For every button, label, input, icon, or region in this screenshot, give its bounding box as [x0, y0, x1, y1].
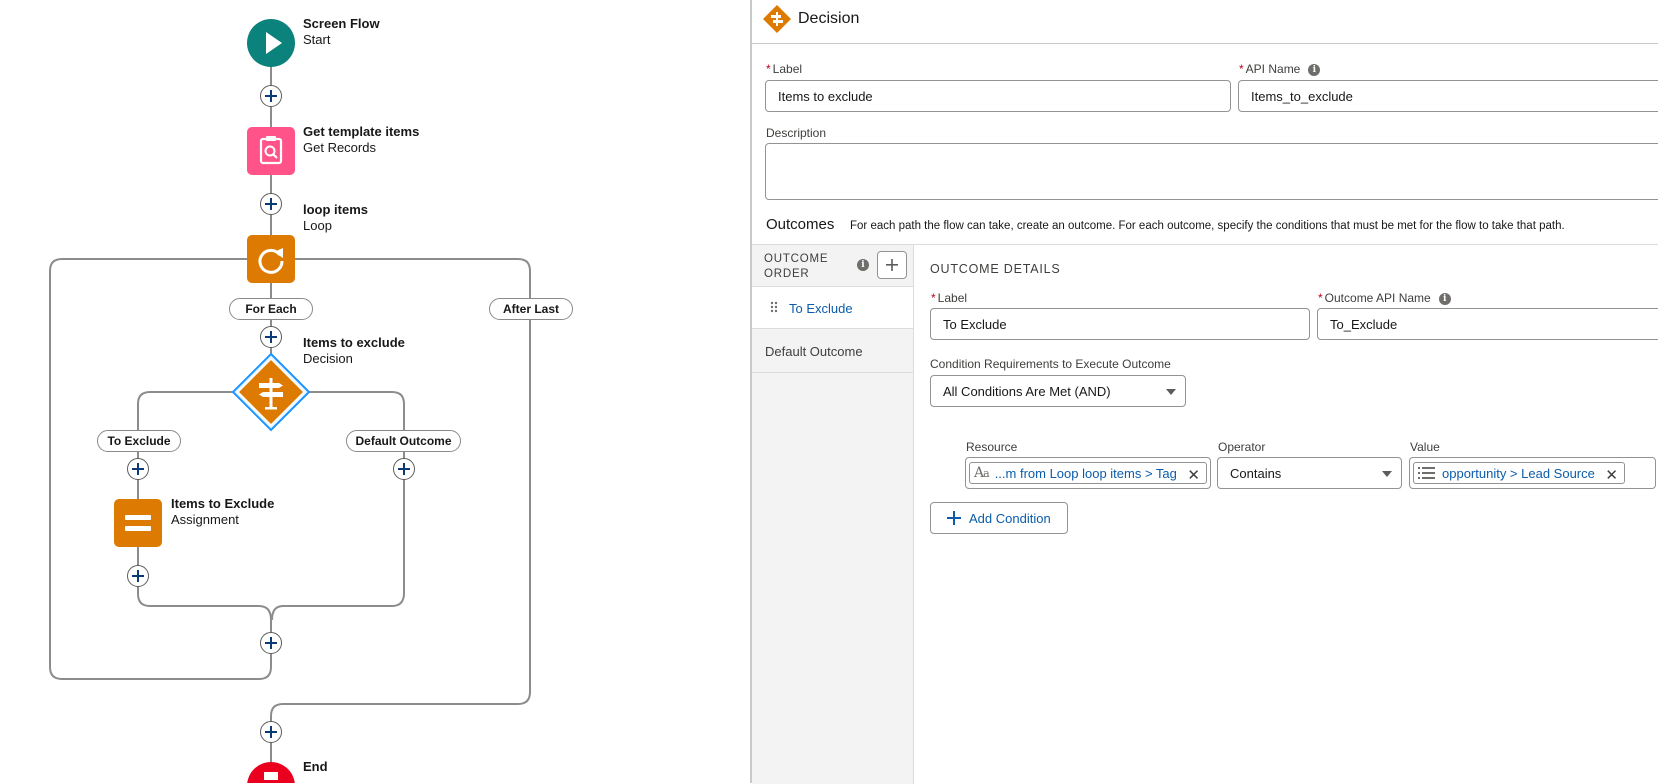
outcome-label-field-label: * Label [931, 291, 968, 305]
end-node[interactable] [247, 762, 295, 783]
outcome-order-label: OUTCOME ORDER [764, 253, 829, 280]
assignment-title: Items to Exclude [171, 496, 275, 511]
flow-canvas[interactable]: Screen Flow Start Get template items Get… [0, 0, 750, 783]
outcome-details-heading: OUTCOME DETAILS [930, 262, 1061, 276]
start-title: Screen Flow [303, 16, 380, 31]
assignment-node[interactable] [114, 499, 162, 547]
decision-icon [763, 5, 791, 33]
close-icon[interactable]: ✕ [1605, 466, 1618, 483]
panel-header: Decision [752, 0, 1658, 44]
assignment-subtitle: Assignment [171, 512, 239, 527]
start-subtitle: Start [303, 32, 331, 47]
equals-icon [125, 515, 151, 531]
outcome-label-input[interactable] [930, 308, 1310, 340]
value-label: Value [1410, 440, 1440, 454]
text-type-icon: Aa [974, 465, 990, 481]
add-element-button[interactable] [127, 565, 149, 587]
condition-requirements-label: Condition Requirements to Execute Outcom… [930, 357, 1171, 371]
outcome-to-exclude-label: To Exclude [97, 430, 181, 452]
chevron-down-icon [1166, 389, 1176, 395]
loop-subtitle: Loop [303, 218, 332, 233]
api-name-input[interactable] [1238, 80, 1658, 112]
value-field[interactable]: opportunity > Lead Source ✕ [1409, 457, 1656, 489]
drag-handle-icon[interactable] [770, 301, 778, 315]
add-element-button[interactable] [393, 458, 415, 480]
condition-requirements-select[interactable]: All Conditions Are Met (AND) [930, 375, 1186, 407]
add-element-button[interactable] [260, 193, 282, 215]
info-icon[interactable]: i [1438, 292, 1451, 305]
end-title: End [303, 759, 328, 774]
decision-title: Items to exclude [303, 335, 405, 350]
after-last-label: After Last [489, 298, 573, 320]
panel-title: Decision [798, 10, 860, 27]
outcome-api-name-label: * Outcome API Name i [1318, 291, 1451, 305]
info-icon[interactable]: i [1308, 63, 1321, 76]
add-outcome-button[interactable] [877, 251, 907, 279]
close-icon[interactable]: ✕ [1187, 466, 1200, 483]
outcome-item-default[interactable]: Default Outcome [752, 329, 913, 373]
resource-label: Resource [966, 440, 1018, 454]
outcome-default-label: Default Outcome [346, 430, 461, 452]
outcome-item-label: To Exclude [789, 301, 853, 316]
play-icon [266, 32, 282, 54]
outcome-api-name-input[interactable] [1317, 308, 1658, 340]
add-element-button[interactable] [260, 326, 282, 348]
api-name-field-label: * API Name i [1239, 62, 1321, 76]
add-condition-button[interactable]: Add Condition [930, 502, 1068, 534]
resource-field[interactable]: Aa ...m from Loop loop items > Tag ✕ [965, 457, 1211, 489]
loop-icon [258, 248, 284, 274]
outcome-item-label: Default Outcome [765, 344, 863, 359]
operator-select[interactable]: Contains [1217, 457, 1402, 489]
description-label: Description [766, 126, 827, 140]
description-textarea[interactable] [765, 143, 1658, 200]
add-element-button[interactable] [260, 721, 282, 743]
outcomes-help-text: For each path the flow can take, create … [850, 220, 1565, 232]
outcomes-heading: Outcomes [766, 216, 835, 233]
outcome-item-to-exclude[interactable]: To Exclude [752, 286, 913, 329]
get-records-node[interactable] [247, 127, 295, 175]
resource-pill[interactable]: Aa ...m from Loop loop items > Tag ✕ [969, 462, 1207, 484]
get-records-title: Get template items [303, 124, 420, 139]
label-input[interactable] [765, 80, 1231, 112]
clipboard-search-icon [259, 136, 283, 165]
picklist-icon [1418, 467, 1435, 479]
operator-label: Operator [1218, 440, 1266, 454]
info-icon[interactable]: i [857, 259, 869, 271]
plus-icon [947, 511, 961, 525]
loop-node[interactable] [247, 235, 295, 283]
for-each-label: For Each [229, 298, 313, 320]
get-records-subtitle: Get Records [303, 140, 376, 155]
chevron-down-icon [1382, 471, 1392, 477]
divider [913, 244, 1658, 245]
start-node[interactable] [247, 19, 295, 67]
label-field-label: * Label [766, 62, 803, 76]
decision-node[interactable] [231, 352, 311, 432]
flow-connectors [49, 66, 531, 765]
add-element-button[interactable] [260, 85, 282, 107]
add-element-button[interactable] [260, 632, 282, 654]
value-pill[interactable]: opportunity > Lead Source ✕ [1413, 462, 1625, 484]
loop-title: loop items [303, 202, 369, 217]
decision-properties-panel: Decision *Label *API Namei Description O… [750, 0, 1658, 784]
add-element-button[interactable] [127, 458, 149, 480]
stop-icon [264, 772, 278, 780]
plus-icon [886, 259, 898, 271]
outcome-order-sidebar: OUTCOME ORDER i To Exclude Default Outco… [752, 244, 914, 784]
